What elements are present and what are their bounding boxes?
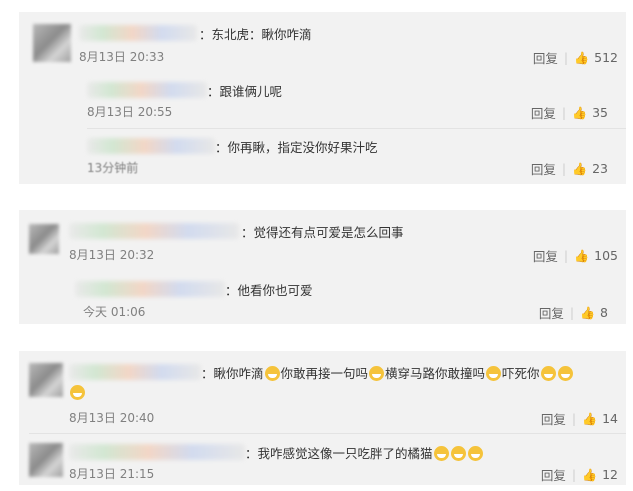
grin-emoji-icon xyxy=(264,366,280,381)
reply-button[interactable]: 回复 xyxy=(541,465,566,484)
thumbs-up-icon[interactable]: 👍 xyxy=(572,162,587,176)
like-count: 12 xyxy=(602,467,618,482)
reply-item: ：你再瞅，指定没你好果汁吃 13分钟前 回复 | 👍 23 xyxy=(73,130,626,182)
grin-emoji-icon xyxy=(540,366,556,381)
username[interactable] xyxy=(69,364,201,380)
like-count: 14 xyxy=(602,411,618,426)
thumbs-up-icon[interactable]: 👍 xyxy=(572,106,587,120)
grin-emoji-icon xyxy=(433,446,449,461)
thumbs-up-icon[interactable]: 👍 xyxy=(582,412,597,426)
reply-button[interactable]: 回复 xyxy=(539,303,564,322)
comment-actions: 回复 | 👍 14 xyxy=(541,409,618,428)
reply-actions: 回复 | 👍 23 xyxy=(531,159,608,178)
comment-text: ：觉得还有点可爱是怎么回事 xyxy=(241,225,404,240)
like-count: 23 xyxy=(592,161,608,176)
thumbs-up-icon[interactable]: 👍 xyxy=(582,468,597,482)
comment-actions: 回复 | 👍 12 xyxy=(541,465,618,484)
comment-text-part: 你敢再接一句吗 xyxy=(280,366,369,381)
username[interactable] xyxy=(87,82,207,98)
avatar[interactable] xyxy=(29,363,63,397)
thumbs-up-icon[interactable]: 👍 xyxy=(574,51,589,65)
divider: | xyxy=(571,467,577,482)
grin-emoji-icon xyxy=(369,366,385,381)
grin-emoji-icon xyxy=(70,385,85,400)
comment-time: 8月13日 20:40 xyxy=(69,411,155,425)
comment-time: 8月13日 20:32 xyxy=(69,248,155,262)
reply-text: ：跟谁俩儿呢 xyxy=(207,84,283,99)
grin-emoji-icon xyxy=(467,446,483,461)
divider: | xyxy=(569,305,575,320)
comment-actions: 回复 | 👍 105 xyxy=(533,246,618,265)
reply-button[interactable]: 回复 xyxy=(531,159,556,178)
avatar[interactable] xyxy=(29,443,63,477)
username[interactable] xyxy=(69,444,245,460)
divider: | xyxy=(563,50,569,65)
reply-text: ：他看你也可爱 xyxy=(225,283,313,298)
grin-emoji-icon xyxy=(450,446,466,461)
reply-time: 13分钟前 xyxy=(87,161,139,175)
divider xyxy=(87,128,626,129)
avatar[interactable] xyxy=(33,24,71,62)
reply-time: 8月13日 20:55 xyxy=(87,105,173,119)
comment-block: ：瞅你咋滴 你敢再接一句吗 横穿马路你敢撞吗 吓死你 8月13日 20:40 回复 |… xyxy=(19,351,626,485)
username[interactable] xyxy=(75,281,225,297)
grin-emoji-icon xyxy=(486,366,502,381)
comment-time: 8月13日 21:15 xyxy=(69,467,155,481)
thumbs-up-icon[interactable]: 👍 xyxy=(580,306,595,320)
comment-actions: 回复 | 👍 512 xyxy=(533,48,618,67)
like-count: 105 xyxy=(594,248,618,263)
comment-text-part: 吓死你 xyxy=(502,366,540,381)
username[interactable] xyxy=(79,25,197,41)
username[interactable] xyxy=(87,138,215,154)
divider: | xyxy=(561,161,567,176)
reply-actions: 回复 | 👍 35 xyxy=(531,103,608,122)
comment-text-part: 横穿马路你敢撞吗 xyxy=(385,366,486,381)
divider: | xyxy=(561,105,567,120)
reply-button[interactable]: 回复 xyxy=(531,103,556,122)
username[interactable] xyxy=(69,223,239,239)
like-count: 8 xyxy=(600,305,608,320)
avatar[interactable] xyxy=(29,224,59,254)
reply-item: ：跟谁俩儿呢 8月13日 20:55 回复 | 👍 35 xyxy=(73,74,626,126)
reply-button[interactable]: 回复 xyxy=(533,48,558,67)
divider xyxy=(29,433,626,434)
reply-text: ：你再瞅，指定没你好果汁吃 xyxy=(215,140,378,155)
reply-time: 今天 01:06 xyxy=(83,305,146,319)
reply-button[interactable]: 回复 xyxy=(541,409,566,428)
grin-emoji-icon xyxy=(557,366,573,381)
comment-text: ：我咋感觉这像一只吃胖了的橘猫 xyxy=(245,443,484,462)
reply-actions: 回复 | 👍 8 xyxy=(539,303,608,322)
divider: | xyxy=(563,248,569,263)
comment-text: ：东北虎：瞅你咋滴 xyxy=(199,27,312,42)
thumbs-up-icon[interactable]: 👍 xyxy=(574,249,589,263)
comment-text: ：瞅你咋滴 你敢再接一句吗 横穿马路你敢撞吗 吓死你 xyxy=(201,363,574,382)
like-count: 512 xyxy=(594,50,618,65)
comment-text-part: ：瞅你咋滴 xyxy=(201,366,264,381)
comment-time: 8月13日 20:33 xyxy=(79,50,165,64)
divider: | xyxy=(571,411,577,426)
like-count: 35 xyxy=(592,105,608,120)
reply-button[interactable]: 回复 xyxy=(533,246,558,265)
comment-block: ：觉得还有点可爱是怎么回事 8月13日 20:32 回复 | 👍 105 ：他看… xyxy=(19,210,626,324)
comment-text-part: ：我咋感觉这像一只吃胖了的橘猫 xyxy=(245,446,433,461)
comment-block: ：东北虎：瞅你咋滴 8月13日 20:33 回复 | 👍 512 ：跟谁俩儿呢 … xyxy=(19,12,626,184)
reply-item: ：他看你也可爱 今天 01:06 回复 | 👍 8 xyxy=(69,274,626,322)
